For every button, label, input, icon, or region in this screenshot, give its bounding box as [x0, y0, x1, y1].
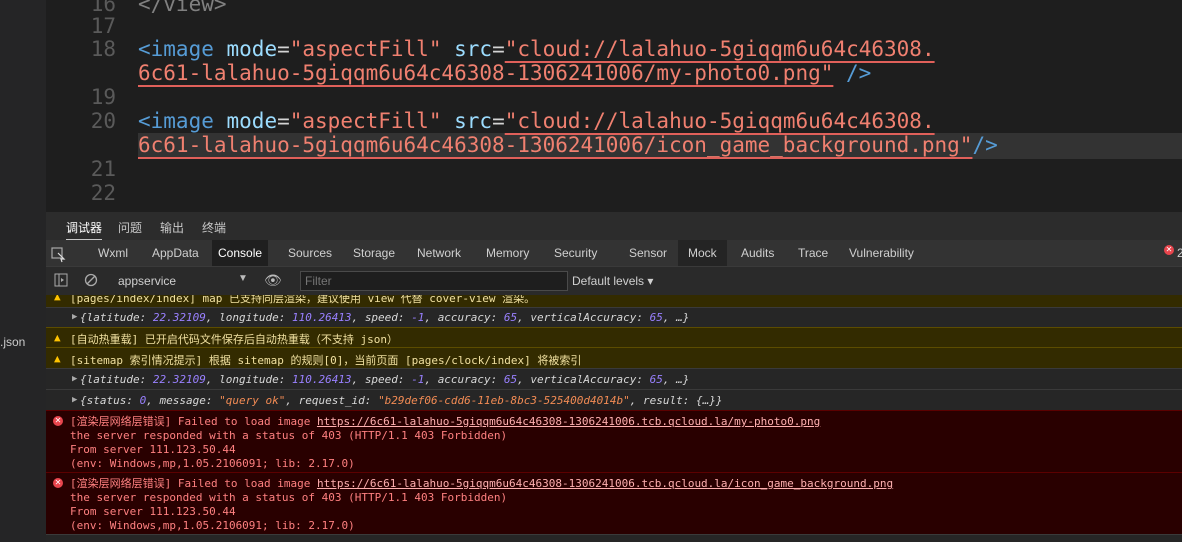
tab-appdata[interactable]: AppData [146, 240, 205, 266]
tab-debugger[interactable]: 调试器 [66, 219, 103, 241]
console-message: [pages/index/index] map 已支持同层渲染，建议使用 vie… [70, 295, 536, 305]
line-number: 19 [90, 85, 116, 109]
status-object: {status: 0, message: "query ok", request… [80, 394, 723, 407]
tab-wxml[interactable]: Wxml [92, 240, 134, 266]
console-message: [自动热重载] 已开启代码文件保存后自动热重载（不支持 json） [70, 333, 398, 346]
tab-memory[interactable]: Memory [480, 240, 535, 266]
attr-name: src [454, 37, 493, 61]
attr-value: 6c61-lalahuo-5giqqm6u64c46308-1306241006… [138, 61, 834, 85]
warning-icon: ▲ [54, 352, 61, 365]
console-object-row[interactable]: ▶ {latitude: 22.32109, longitude: 110.26… [46, 307, 1182, 328]
line-number: 20 [90, 109, 116, 133]
file-explorer-strip: .json [0, 0, 47, 542]
debug-panel: 调试器 问题 输出 终端 Wxml AppData Console Source… [46, 212, 1182, 542]
tab-storage[interactable]: Storage [347, 240, 401, 266]
error-message: [渲染层网络层错误] Failed to load image https://… [70, 477, 894, 532]
console-output: ▲ [pages/index/index] map 已支持同层渲染，建议使用 v… [46, 295, 1182, 542]
line-number: 22 [90, 181, 116, 205]
warning-icon: ▲ [54, 331, 61, 344]
tag-name: <image [138, 109, 214, 133]
error-url-link[interactable]: https://6c61-lalahuo-5giqqm6u64c46308-13… [317, 415, 820, 428]
tab-audits[interactable]: Audits [735, 240, 780, 266]
tab-network[interactable]: Network [411, 240, 467, 266]
error-icon: ✕ [53, 416, 63, 426]
console-message: [sitemap 索引情况提示] 根据 sitemap 的规则[0]，当前页面 … [70, 354, 582, 367]
expand-icon[interactable]: ▶ [72, 374, 77, 384]
attr-value: "aspectFill" [289, 109, 442, 133]
line-number: 17 [90, 14, 116, 38]
console-toolbar: appservice ▼ 👁 Default levels ▾ [46, 266, 1182, 296]
console-error-row[interactable]: ✕ [渲染层网络层错误] Failed to load image https:… [46, 472, 1182, 535]
error-count-icon[interactable]: ✕ [1164, 245, 1174, 255]
code-line-16[interactable]: </view> [138, 0, 227, 16]
attr-value: "aspectFill" [289, 37, 442, 61]
file-name-fragment[interactable]: .json [0, 335, 25, 349]
tag-name: <image [138, 37, 214, 61]
code-editor[interactable]: 16 </view> 17 18 <image mode="aspectFill… [46, 0, 1182, 212]
console-object-row[interactable]: ▶ {status: 0, message: "query ok", reque… [46, 389, 1182, 411]
closing-view-tag: </view> [138, 0, 227, 16]
console-warning-row[interactable]: ▲ [sitemap 索引情况提示] 根据 sitemap 的规则[0]，当前页… [46, 347, 1182, 369]
tab-sensor[interactable]: Sensor [623, 240, 673, 266]
tab-sources[interactable]: Sources [282, 240, 338, 266]
code-line-20[interactable]: <image mode="aspectFill" src="cloud://la… [138, 109, 935, 133]
attr-name: mode [226, 37, 278, 61]
attr-value: 6c61-lalahuo-5giqqm6u64c46308-1306241006… [138, 133, 973, 157]
error-count[interactable]: 2 [1177, 240, 1182, 266]
code-line-20-wrap[interactable]: 6c61-lalahuo-5giqqm6u64c46308-1306241006… [138, 133, 998, 157]
tag-close: /> [833, 61, 872, 85]
expand-icon[interactable]: ▶ [72, 312, 77, 322]
code-line-18[interactable]: <image mode="aspectFill" src="cloud://la… [138, 37, 935, 61]
clear-console-icon[interactable] [84, 273, 98, 287]
sidebar-toggle-icon[interactable] [54, 273, 68, 287]
error-icon: ✕ [53, 478, 63, 488]
chevron-down-icon[interactable]: ▼ [238, 273, 248, 284]
warning-icon: ▲ [54, 295, 61, 303]
devtools-tabs: Wxml AppData Console Sources Storage Net… [46, 240, 1182, 266]
attr-value: "cloud://lalahuo-5giqqm6u64c46308. [504, 37, 935, 61]
log-levels-dropdown[interactable]: Default levels ▾ [572, 274, 653, 288]
tag-close: /> [972, 133, 998, 157]
tab-vulnerability[interactable]: Vulnerability [843, 240, 920, 266]
console-object-row[interactable]: ▶ {latitude: 22.32109, longitude: 110.26… [46, 368, 1182, 390]
tab-terminal[interactable]: 终端 [202, 219, 226, 236]
expand-icon[interactable]: ▶ [72, 395, 77, 405]
tab-trace[interactable]: Trace [792, 240, 834, 266]
context-selector[interactable]: appservice [118, 274, 176, 288]
error-message: [渲染层网络层错误] Failed to load image https://… [70, 415, 821, 470]
console-warning-row[interactable]: ▲ [自动热重载] 已开启代码文件保存后自动热重载（不支持 json） [46, 327, 1182, 348]
line-number: 21 [90, 157, 116, 181]
error-url-link[interactable]: https://6c61-lalahuo-5giqqm6u64c46308-13… [317, 477, 893, 490]
panel-top-tabs: 调试器 问题 输出 终端 [46, 212, 1182, 241]
tab-console[interactable]: Console [212, 240, 269, 266]
tab-security[interactable]: Security [548, 240, 603, 266]
inspect-icon[interactable] [50, 240, 66, 266]
filter-input[interactable] [300, 271, 568, 291]
eye-icon[interactable]: 👁 [264, 272, 282, 289]
attr-value: "cloud://lalahuo-5giqqm6u64c46308. [504, 109, 935, 133]
line-number: 18 [90, 37, 116, 61]
tab-problems[interactable]: 问题 [118, 219, 142, 236]
location-object: {latitude: 22.32109, longitude: 110.2641… [80, 373, 690, 386]
attr-name: mode [226, 109, 278, 133]
console-error-row[interactable]: ✕ [渲染层网络层错误] Failed to load image https:… [46, 410, 1182, 473]
console-prompt-row[interactable] [46, 534, 1182, 542]
location-object: {latitude: 22.32109, longitude: 110.2641… [80, 311, 690, 324]
tab-mock[interactable]: Mock [678, 240, 727, 266]
code-line-18-wrap[interactable]: 6c61-lalahuo-5giqqm6u64c46308-1306241006… [138, 61, 871, 85]
tab-output[interactable]: 输出 [160, 219, 184, 236]
attr-name: src [454, 109, 493, 133]
